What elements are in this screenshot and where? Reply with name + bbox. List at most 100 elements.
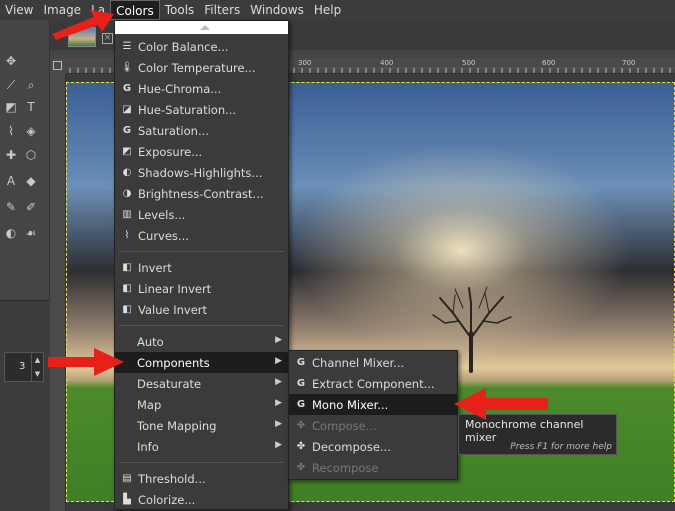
exposure-icon: ◩ (122, 146, 132, 157)
puzzle-icon: ✤ (296, 462, 306, 473)
menu-item-recompose: ✤ Recompose (289, 457, 457, 478)
menu-item-tone-mapping[interactable]: Tone Mapping ▶ (115, 415, 288, 436)
menu-tools[interactable]: Tools (160, 0, 200, 20)
menu-item-shadows-highlights[interactable]: ◐ Shadows-Highlights... (115, 162, 288, 183)
threshold-icon: ▤ (122, 473, 132, 484)
menu-item-label: Saturation... (138, 123, 209, 138)
gegl-icon: G (122, 83, 132, 94)
3d-transform-tool-icon[interactable]: ◈ (24, 124, 38, 138)
menu-item-label: Auto (137, 334, 164, 349)
menu-filters[interactable]: Filters (199, 0, 245, 20)
menu-item-label: Colorize... (138, 492, 196, 507)
ruler-label: 700 (622, 59, 636, 67)
menu-item-label: Channel Mixer... (312, 355, 405, 370)
menu-item-color-balance[interactable]: ☰ Color Balance... (115, 36, 288, 57)
menu-item-label: Compose... (312, 418, 377, 433)
menu-item-label: Map (137, 397, 162, 412)
menu-item-components[interactable]: Components ▶ (115, 352, 288, 373)
heal-tool-icon[interactable]: ✚ (4, 148, 18, 162)
menu-item-value-invert[interactable]: ◧ Value Invert (115, 299, 288, 320)
menu-item-levels[interactable]: ▥ Levels... (115, 204, 288, 225)
menu-item-label: Components (137, 355, 210, 370)
gegl-icon: G (122, 125, 132, 136)
text-tool-icon[interactable]: T (24, 100, 38, 114)
invert-icon: ◧ (122, 283, 132, 294)
menu-item-label: Threshold... (138, 471, 206, 486)
sliders-icon: ☰ (122, 41, 132, 52)
menu-item-color-temperature[interactable]: 🌡 Color Temperature... (115, 57, 288, 78)
curves-icon: ⌇ (124, 230, 130, 241)
vertical-ruler[interactable] (50, 74, 66, 511)
submenu-arrow-icon: ▶ (275, 398, 282, 408)
menu-item-invert[interactable]: ◧ Invert (115, 257, 288, 278)
menu-item-label: Shadows-Highlights... (138, 165, 263, 180)
menu-item-channel-mixer[interactable]: G Channel Mixer... (289, 352, 457, 373)
menu-item-label: Invert (138, 260, 172, 275)
bucket-fill-tool-icon[interactable]: ◆ (24, 174, 38, 188)
colors-menu: ☰ Color Balance... 🌡 Color Temperature... … (114, 20, 289, 510)
dodge-tool-icon[interactable]: ◐ (4, 226, 18, 240)
menu-item-colorize[interactable]: ▙ Colorize... (115, 489, 288, 510)
menu-item-linear-invert[interactable]: ◧ Linear Invert (115, 278, 288, 299)
clone-tool-icon[interactable]: ⬡ (24, 148, 38, 162)
menu-item-label: Hue-Saturation... (138, 102, 237, 117)
paths-tool-icon[interactable]: ⌇ (4, 124, 18, 138)
pencil-tool-icon[interactable]: ✎ (4, 200, 18, 214)
menu-item-decompose[interactable]: ✤ Decompose... (289, 436, 457, 457)
ruler-corner[interactable] (50, 58, 66, 74)
shadows-highlights-icon: ◐ (122, 167, 132, 178)
puzzle-icon: ✤ (296, 420, 306, 431)
menu-windows[interactable]: Windows (245, 0, 309, 20)
zoom-tool-icon[interactable]: ⌕ (24, 78, 38, 92)
paint-tool-icon[interactable]: ⟋ (4, 78, 18, 92)
submenu-arrow-icon: ▶ (275, 440, 282, 450)
menu-item-label: Color Balance... (138, 39, 229, 54)
menu-item-curves[interactable]: ⌇ Curves... (115, 225, 288, 246)
menu-item-label: Desaturate (137, 376, 202, 391)
menu-item-desaturate[interactable]: Desaturate ▶ (115, 373, 288, 394)
menu-separator (119, 325, 284, 326)
menu-item-saturation[interactable]: G Saturation... (115, 120, 288, 141)
smudge-tool-icon[interactable]: ✐ (24, 200, 38, 214)
annotation-arrow-colors (52, 10, 114, 40)
thermometer-icon: 🌡 (120, 62, 134, 73)
menu-view[interactable]: View (0, 0, 38, 20)
menu-item-hue-chroma[interactable]: G Hue-Chroma... (115, 78, 288, 99)
invert-icon: ◧ (122, 262, 132, 273)
annotation-arrow-components (48, 348, 124, 376)
fuzzy-select-tool-icon[interactable]: A (4, 174, 18, 188)
crop-tool-icon[interactable]: ◩ (4, 100, 18, 114)
size-spin-input[interactable]: 3 ▲ ▼ (4, 352, 44, 382)
menu-item-map[interactable]: Map ▶ (115, 394, 288, 415)
menu-item-label: Levels... (138, 207, 186, 222)
move-tool-icon[interactable]: ✥ (4, 54, 18, 68)
ruler-label: 300 (298, 59, 312, 67)
spin-arrows-icon[interactable]: ▲ ▼ (31, 353, 43, 381)
menu-item-exposure[interactable]: ◩ Exposure... (115, 141, 288, 162)
menu-item-label: Hue-Chroma... (138, 81, 222, 96)
menu-item-threshold[interactable]: ▤ Threshold... (115, 468, 288, 489)
menu-item-hue-saturation[interactable]: ◪ Hue-Saturation... (115, 99, 288, 120)
menu-item-auto[interactable]: Auto ▶ (115, 331, 288, 352)
menu-separator (119, 462, 284, 463)
submenu-arrow-icon: ▶ (275, 356, 282, 366)
menu-item-label: Exposure... (138, 144, 203, 159)
menu-item-label: Info (137, 439, 159, 454)
ruler-label: 600 (542, 59, 556, 67)
menu-scroll-arrow[interactable] (115, 21, 288, 34)
menu-item-label: Recompose (312, 460, 379, 475)
annotation-arrow-mono-mixer (454, 388, 548, 420)
menu-item-label: Tone Mapping (137, 418, 217, 433)
levels-icon: ▥ (122, 209, 132, 220)
warp-tool-icon[interactable]: ☙ (24, 226, 38, 240)
puzzle-icon: ✤ (296, 441, 306, 452)
menu-item-info[interactable]: Info ▶ (115, 436, 288, 457)
submenu-arrow-icon: ▶ (275, 419, 282, 429)
menu-item-extract-component[interactable]: G Extract Component... (289, 373, 457, 394)
menu-item-brightness-contrast[interactable]: ◑ Brightness-Contrast... (115, 183, 288, 204)
menu-item-label: Mono Mixer... (312, 397, 389, 412)
menu-help[interactable]: Help (309, 0, 346, 20)
colorize-icon: ▙ (123, 494, 131, 505)
ruler-label: 400 (380, 59, 394, 67)
menu-item-mono-mixer[interactable]: G Mono Mixer... (289, 394, 457, 415)
